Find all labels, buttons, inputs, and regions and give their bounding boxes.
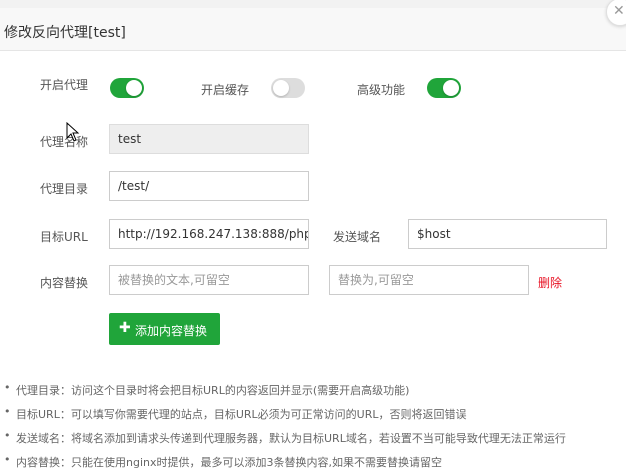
delete-replace-link[interactable]: 删除 (538, 274, 562, 291)
send-domain-input[interactable]: $host (408, 219, 607, 249)
close-icon: ✕ (613, 3, 625, 19)
add-content-replace-label: 添加内容替换 (135, 324, 208, 338)
edit-proxy-dialog: 修改反向代理[test] ✕ 开启代理 开启缓存 高级功能 代理名称 test … (0, 0, 626, 473)
plus-icon: ✚ (119, 320, 131, 336)
enable-cache-toggle[interactable] (271, 78, 305, 98)
target-url-label: 目标URL (40, 230, 88, 244)
cursor-icon (66, 122, 80, 142)
replace-to-input[interactable]: 替换为,可留空 (329, 265, 529, 295)
note-text: 内容替换：只能在使用nginx时提供，最多可以添加3条替换内容,如果不需要替换请… (16, 456, 442, 469)
replace-from-input[interactable]: 被替换的文本,可留空 (109, 265, 309, 295)
enable-proxy-label: 开启代理 (40, 78, 89, 92)
enable-proxy-toggle[interactable] (110, 78, 144, 98)
bullet: • (4, 381, 11, 394)
note-text: 目标URL：可以填写你需要代理的站点，目标URL必须为可正常访问的URL，否则将… (16, 408, 467, 421)
enable-cache-label: 开启缓存 (201, 83, 250, 97)
advanced-toggle[interactable] (427, 78, 461, 98)
bullet: • (4, 453, 11, 466)
dialog-title: 修改反向代理[test] (4, 25, 126, 41)
content-replace-label: 内容替换 (40, 276, 89, 290)
dialog-title-bar: 修改反向代理[test] (0, 8, 626, 51)
target-url-input[interactable]: http://192.168.247.138:888/phpn (109, 219, 309, 249)
send-domain-label: 发送域名 (333, 230, 382, 244)
proxy-name-input: test (109, 124, 309, 154)
bullet: • (4, 405, 11, 418)
note-text: 发送域名：将域名添加到请求头传递到代理服务器，默认为目标URL域名，若设置不当可… (16, 432, 566, 445)
advanced-label: 高级功能 (357, 83, 406, 97)
note-text: 代理目录：访问这个目录时将会把目标URL的内容返回并显示(需要开启高级功能) (16, 384, 410, 397)
toggle-knob (126, 80, 142, 96)
toggle-knob (443, 80, 459, 96)
add-content-replace-button[interactable]: ✚ 添加内容替换 (109, 313, 220, 345)
proxy-dir-label: 代理目录 (40, 182, 89, 196)
toggle-knob (273, 80, 289, 96)
bullet: • (4, 429, 11, 442)
proxy-dir-input[interactable]: /test/ (109, 171, 309, 201)
proxy-name-label: 代理名称 (40, 135, 89, 149)
